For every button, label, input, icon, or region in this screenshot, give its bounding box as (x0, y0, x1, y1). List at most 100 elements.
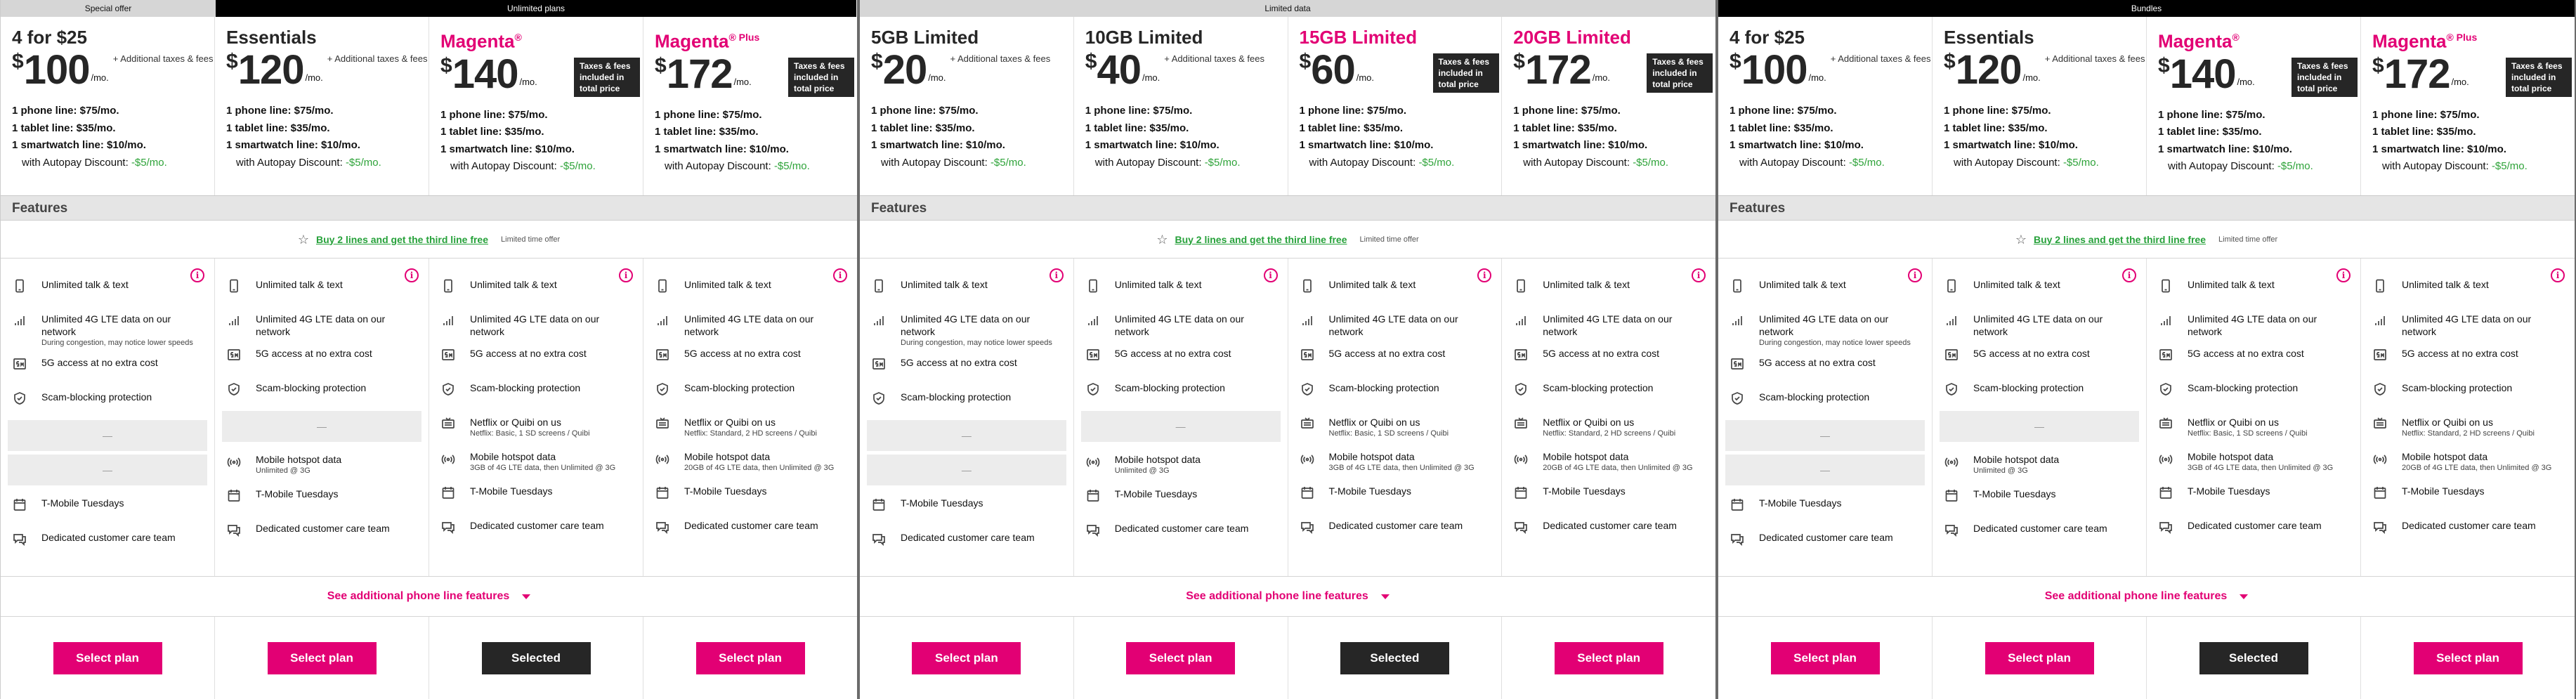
autopay-label: with Autopay Discount: (881, 156, 988, 169)
plan-card: Essentials $120/mo. + Additional taxes & f… (1933, 17, 2147, 195)
signal-bars-icon (1085, 313, 1101, 328)
feature-sublabel: 20GB of 4G LTE data, then Unlimited @ 3G (1543, 464, 1693, 472)
currency-symbol: $ (871, 50, 883, 73)
feature-text: T-Mobile Tuesdays (256, 488, 339, 500)
select-plan-button[interactable]: Select plan (1770, 641, 1880, 674)
star-icon[interactable]: ☆ (1156, 233, 1168, 246)
feature-text: Dedicated customer care team (1329, 519, 1463, 532)
feature-label: Unlimited 4G LTE data on our network (684, 313, 814, 337)
select-plan-button[interactable]: Select plan (1554, 641, 1663, 674)
see-more-label[interactable]: See additional phone line features (1186, 590, 1368, 603)
see-more-features[interactable]: See additional phone line features (1, 577, 857, 617)
feature-label: Unlimited talk & text (2188, 279, 2275, 290)
select-plan-button[interactable]: Select plan (267, 641, 377, 674)
per-month-label: /mo. (733, 76, 752, 87)
select-plan-button[interactable]: Select plan (2413, 641, 2523, 674)
phone-icon (12, 278, 27, 294)
selected-button[interactable]: Selected (1340, 641, 1449, 674)
autopay-label: with Autopay Discount: (665, 160, 771, 173)
feature-text: T-Mobile Tuesdays (1329, 485, 1412, 497)
feature-label: 5G access at no extra cost (901, 357, 1017, 368)
smartwatch-line-price: 1 smartwatch line: $10/mo. (226, 139, 360, 151)
shield-check-icon (12, 391, 27, 406)
feature-item: 5G access at no extra cost (1718, 348, 1932, 382)
price-row: $60/mo. Taxes & fees included in total pr… (1300, 47, 1502, 94)
tablet-line-price: 1 tablet line: $35/mo. (871, 122, 975, 134)
additional-taxes-note: + Additional taxes & fees (950, 53, 1051, 64)
phone-line-price: 1 phone line: $75/mo. (12, 105, 119, 117)
select-plan-button[interactable]: Select plan (695, 641, 805, 674)
calendar-icon (440, 485, 456, 500)
plan-name-text: 20GB Limited (1513, 27, 1631, 48)
plan-name-text: Essentials (226, 27, 317, 48)
feature-not-included: — (8, 455, 207, 485)
feature-item: Netflix or Quibi on us Netflix: Standard,… (2361, 407, 2575, 442)
feature-column: i Unlimited talk & text Unlimited 4G LTE d… (1933, 259, 2147, 576)
feature-text: Unlimited talk & text (901, 278, 988, 291)
see-more-features[interactable]: See additional phone line features (860, 577, 1715, 617)
feature-label: Mobile hotspot data (684, 451, 771, 462)
selected-button[interactable]: Selected (2199, 641, 2308, 674)
see-more-label[interactable]: See additional phone line features (2045, 590, 2228, 603)
feature-text: Unlimited 4G LTE data on our network (1115, 313, 1278, 338)
feature-item: 5G access at no extra cost (215, 339, 429, 373)
autopay-value: -$5/mo. (1204, 156, 1241, 169)
phone-icon (1513, 278, 1529, 294)
price-row: $40/mo. + Additional taxes & fees (1085, 50, 1288, 94)
tv-icon (655, 416, 670, 431)
5g-icon (1300, 347, 1315, 362)
feature-label: T-Mobile Tuesdays (901, 497, 983, 509)
autopay-value: -$5/mo. (2491, 160, 2528, 173)
feature-item: Unlimited talk & text (643, 270, 857, 304)
offer-banner: ☆ Buy 2 lines and get the third line free… (1, 221, 857, 259)
offer-link[interactable]: Buy 2 lines and get the third line free (2034, 234, 2206, 245)
price-amount: 172 (666, 51, 733, 97)
select-plan-button[interactable]: Select plan (912, 641, 1021, 674)
price-row: $172/mo. Taxes & fees included in total p… (1513, 47, 1715, 94)
price-amount: 60 (1311, 47, 1356, 93)
category-label: Unlimited plans (216, 0, 856, 17)
feature-item: Unlimited talk & text (1933, 270, 2146, 304)
feature-text: Unlimited talk & text (2402, 278, 2489, 291)
feature-item: Netflix or Quibi on us Netflix: Basic, 1 … (1288, 407, 1502, 442)
select-plan-button[interactable]: Select plan (1985, 641, 2094, 674)
selected-button[interactable]: Selected (481, 641, 591, 674)
feature-label: 5G access at no extra cost (684, 348, 801, 359)
feature-text: Scam-blocking protection (2188, 381, 2298, 394)
autopay-label: with Autopay Discount: (1094, 156, 1202, 169)
feature-text: T-Mobile Tuesdays (684, 485, 767, 497)
category-label: Bundles (1718, 0, 2575, 17)
5g-icon (1513, 347, 1529, 362)
5g-icon (226, 347, 242, 362)
star-icon[interactable]: ☆ (298, 233, 309, 246)
feature-item: Mobile hotspot data 3GB of 4G LTE data, t… (2147, 442, 2360, 476)
feature-text: Mobile hotspot data 20GB of 4G LTE data, … (2402, 450, 2551, 473)
feature-sublabel: 3GB of 4G LTE data, then Unlimited @ 3G (2188, 464, 2334, 472)
feature-text: Netflix or Quibi on us Netflix: Standard,… (684, 416, 817, 438)
see-more-features[interactable]: See additional phone line features (1718, 577, 2575, 617)
feature-label: Mobile hotspot data (1328, 451, 1415, 462)
select-plan-button[interactable]: Select plan (1126, 641, 1236, 674)
feature-text: Dedicated customer care team (2188, 519, 2322, 532)
phone-icon (1944, 278, 1959, 294)
feature-item: Unlimited 4G LTE data on our network (215, 304, 429, 339)
feature-text: Netflix or Quibi on us Netflix: Basic, 1 … (2188, 416, 2308, 438)
feature-text: Mobile hotspot data Unlimited @ 3G (1115, 453, 1201, 476)
select-plan-button[interactable]: Select plan (53, 641, 162, 674)
feature-item: Unlimited talk & text (1, 270, 214, 304)
offer-link[interactable]: Buy 2 lines and get the third line free (316, 234, 488, 245)
tv-icon (2372, 416, 2388, 431)
offer-link[interactable]: Buy 2 lines and get the third line free (1175, 234, 1347, 245)
price-amount: 172 (1524, 47, 1592, 93)
price-row: $120/mo. + Additional taxes & fees (1944, 50, 2146, 94)
offer-banner: ☆ Buy 2 lines and get the third line free… (1718, 221, 2575, 259)
feature-item: T-Mobile Tuesdays (1288, 476, 1502, 511)
feature-label: Dedicated customer care team (1114, 523, 1249, 534)
star-icon[interactable]: ☆ (2015, 233, 2027, 246)
per-month-label: /mo. (519, 76, 537, 87)
feature-label: Dedicated customer care team (41, 532, 176, 543)
plan-card: Magenta® Plus $172/mo. Taxes & fees includ… (643, 17, 857, 195)
see-more-label[interactable]: See additional phone line features (327, 590, 510, 603)
feature-item: Netflix or Quibi on us Netflix: Standard,… (1502, 407, 1715, 442)
calendar-icon (12, 497, 27, 512)
